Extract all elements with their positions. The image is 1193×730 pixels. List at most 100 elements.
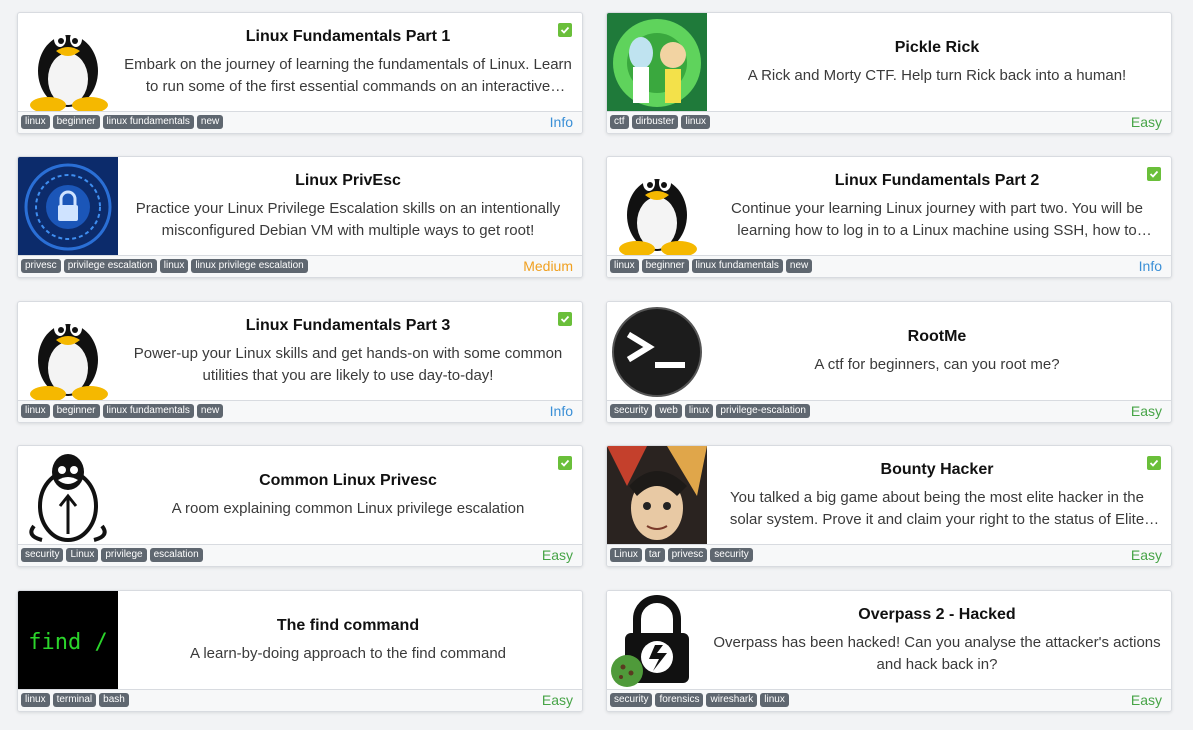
- tag[interactable]: linux: [21, 115, 50, 129]
- difficulty-label: Easy: [1130, 692, 1162, 708]
- room-description: A ctf for beginners, can you root me?: [814, 356, 1060, 373]
- room-title[interactable]: Linux Fundamentals Part 2: [835, 172, 1039, 190]
- room-card[interactable]: Linux PrivEsc Practice your Linux Privil…: [17, 156, 583, 278]
- padlock-cookie-icon: [607, 591, 707, 691]
- tag[interactable]: linux: [21, 404, 50, 418]
- room-footer: security forensics wireshark linux Easy: [607, 689, 1171, 711]
- tag[interactable]: linux: [159, 259, 189, 273]
- terminal-prompt-icon: [607, 302, 707, 402]
- tag[interactable]: Linux: [610, 548, 642, 562]
- room-card[interactable]: Linux Fundamentals Part 2 Continue your …: [606, 156, 1172, 278]
- room-card[interactable]: find / The find command A learn-by-doing…: [17, 590, 583, 712]
- tag[interactable]: privilege escalation: [63, 259, 157, 273]
- room-description: A Rick and Morty CTF. Help turn Rick bac…: [747, 67, 1127, 84]
- tag[interactable]: linux: [684, 404, 714, 418]
- anime-crew-icon: [607, 446, 707, 546]
- room-title[interactable]: Pickle Rick: [895, 39, 980, 57]
- difficulty-label: Medium: [523, 258, 573, 274]
- tag[interactable]: new: [196, 115, 224, 129]
- tux-penguin-icon: [18, 302, 118, 402]
- digital-lock-icon: [18, 157, 118, 257]
- room-title[interactable]: The find command: [277, 617, 419, 635]
- room-grid: Linux Fundamentals Part 1 Embark on the …: [0, 0, 1193, 730]
- room-footer: linux beginner linux fundamentals new In…: [18, 111, 582, 133]
- completed-check-icon: [1147, 167, 1161, 181]
- room-footer: linux beginner linux fundamentals new In…: [607, 255, 1171, 277]
- tag[interactable]: linux: [610, 259, 639, 273]
- tag[interactable]: web: [655, 404, 682, 418]
- difficulty-label: Easy: [541, 692, 573, 708]
- tag[interactable]: new: [785, 259, 813, 273]
- room-title[interactable]: Linux Fundamentals Part 3: [246, 317, 450, 335]
- difficulty-label: Easy: [541, 547, 573, 563]
- room-description: Practice your Linux Privilege Escalation…: [135, 200, 561, 239]
- room-card[interactable]: Linux Fundamentals Part 3 Power-up your …: [17, 301, 583, 423]
- tag[interactable]: beginner: [641, 259, 689, 273]
- tag[interactable]: linux fundamentals: [102, 115, 194, 129]
- difficulty-label: Easy: [1130, 114, 1162, 130]
- thumb-text: find /: [28, 630, 107, 655]
- tag[interactable]: linux: [21, 693, 50, 707]
- tag[interactable]: privesc: [21, 259, 61, 273]
- room-card[interactable]: Bounty Hacker You talked a big game abou…: [606, 445, 1172, 567]
- room-title[interactable]: Bounty Hacker: [881, 461, 994, 479]
- tag[interactable]: beginner: [52, 404, 100, 418]
- tag[interactable]: beginner: [52, 115, 100, 129]
- completed-check-icon: [558, 23, 572, 37]
- find-terminal-icon: find /: [18, 591, 118, 691]
- room-title[interactable]: Common Linux Privesc: [259, 472, 437, 490]
- tag[interactable]: Linux: [66, 548, 99, 562]
- room-title[interactable]: Overpass 2 - Hacked: [858, 606, 1015, 624]
- tag[interactable]: forensics: [655, 693, 704, 707]
- room-card[interactable]: Common Linux Privesc A room explaining c…: [17, 445, 583, 567]
- tag[interactable]: linux: [760, 693, 789, 707]
- tag[interactable]: security: [21, 548, 64, 562]
- tag[interactable]: security: [610, 693, 653, 707]
- tag[interactable]: ctf: [610, 115, 629, 129]
- room-description: You talked a big game about being the mo…: [729, 489, 1145, 528]
- room-card[interactable]: Linux Fundamentals Part 1 Embark on the …: [17, 12, 583, 134]
- tag[interactable]: linux: [681, 115, 711, 129]
- tag[interactable]: new: [196, 404, 224, 418]
- tag[interactable]: terminal: [52, 693, 97, 707]
- tag[interactable]: bash: [99, 693, 129, 707]
- room-card[interactable]: Overpass 2 - Hacked Overpass has been ha…: [606, 590, 1172, 712]
- tag[interactable]: security: [610, 404, 653, 418]
- room-footer: privesc privilege escalation linux linux…: [18, 255, 582, 277]
- room-description: Overpass has been hacked! Can you analys…: [713, 634, 1161, 673]
- room-title[interactable]: Linux Fundamentals Part 1: [246, 28, 450, 46]
- difficulty-label: Easy: [1130, 403, 1162, 419]
- room-title[interactable]: Linux PrivEsc: [295, 172, 401, 190]
- room-footer: linux beginner linux fundamentals new In…: [18, 400, 582, 422]
- tag[interactable]: linux fundamentals: [691, 259, 783, 273]
- difficulty-label: Info: [1138, 258, 1162, 274]
- tag[interactable]: privesc: [667, 548, 708, 562]
- tag[interactable]: wireshark: [706, 693, 758, 707]
- room-card[interactable]: Pickle Rick A Rick and Morty CTF. Help t…: [606, 12, 1172, 134]
- tag[interactable]: privilege-escalation: [716, 404, 810, 418]
- completed-check-icon: [1147, 456, 1161, 470]
- room-description: Embark on the journey of learning the fu…: [124, 56, 572, 95]
- tag[interactable]: escalation: [149, 548, 203, 562]
- room-footer: linux terminal bash Easy: [18, 689, 582, 711]
- room-footer: security web linux privilege-escalation …: [607, 400, 1171, 422]
- tag[interactable]: linux privilege escalation: [191, 259, 308, 273]
- room-description: Continue your learning Linux journey wit…: [731, 200, 1143, 239]
- room-description: A room explaining common Linux privilege…: [171, 500, 525, 517]
- tag[interactable]: security: [710, 548, 753, 562]
- tux-outline-arrow-icon: [18, 446, 118, 546]
- tag[interactable]: privilege: [101, 548, 147, 562]
- tag[interactable]: tar: [644, 548, 665, 562]
- room-title[interactable]: RootMe: [908, 328, 967, 346]
- tag[interactable]: dirbuster: [631, 115, 679, 129]
- room-footer: security Linux privilege escalation Easy: [18, 544, 582, 566]
- tux-penguin-icon: [607, 157, 707, 257]
- rick-and-morty-icon: [607, 13, 707, 113]
- room-card[interactable]: RootMe A ctf for beginners, can you root…: [606, 301, 1172, 423]
- tag[interactable]: linux fundamentals: [102, 404, 194, 418]
- completed-check-icon: [558, 312, 572, 326]
- room-description: A learn-by-doing approach to the find co…: [189, 645, 507, 662]
- tux-penguin-icon: [18, 13, 118, 113]
- room-footer: Linux tar privesc security Easy: [607, 544, 1171, 566]
- difficulty-label: Info: [549, 403, 573, 419]
